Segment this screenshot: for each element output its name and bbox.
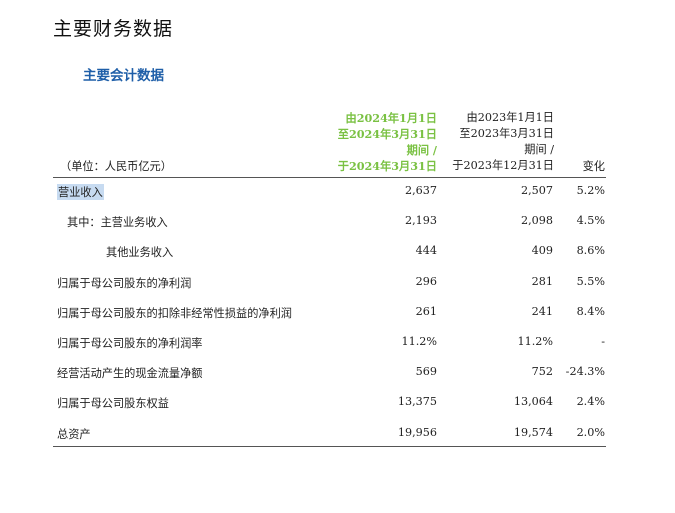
row-label: 其他业务收入	[106, 246, 174, 260]
change-value: 8.6%	[576, 244, 605, 258]
row-label: 归属于母公司股东的净利润	[57, 276, 192, 290]
change-value: 8.4%	[576, 304, 605, 318]
table-row: 归属于母公司股东的净利润 296 281 5.5%	[53, 269, 606, 299]
table-bottom-rule	[53, 446, 606, 447]
table-row: 营业收入 2,637 2,507 5.2%	[53, 178, 606, 208]
current-value: 444	[415, 244, 437, 258]
prior-value: 281	[531, 274, 553, 288]
row-label: 归属于母公司股东的扣除非经常性损益的净利润	[57, 306, 292, 320]
row-label: 其中：主营业务收入	[67, 216, 168, 230]
prior-value: 11.2%	[517, 334, 553, 348]
current-value: 2,637	[404, 184, 437, 197]
prior-value: 2,098	[520, 214, 553, 228]
table-row: 归属于母公司股东的扣除非经常性损益的净利润 261 241 8.4%	[53, 299, 606, 329]
table-row: 归属于母公司股东的净利润率 11.2% 11.2% -	[53, 329, 606, 359]
change-value: -	[601, 334, 605, 348]
prior-period-header: 由2023年1月1日 至2023年3月31日 期间 / 于2023年12月31日	[452, 110, 554, 174]
current-value: 19,956	[397, 425, 437, 439]
change-value: 5.2%	[576, 184, 605, 197]
prior-period-header-line: 至2023年3月31日	[459, 127, 554, 140]
change-value: -24.3%	[565, 365, 605, 379]
current-value: 13,375	[397, 395, 437, 409]
change-value: 2.4%	[576, 395, 605, 409]
current-value: 296	[415, 274, 437, 288]
financial-data-table: 营业收入 2,637 2,507 5.2% 其中：主营业务收入 2,193 2,…	[53, 178, 606, 450]
prior-value: 241	[531, 304, 553, 318]
prior-value: 409	[531, 244, 553, 258]
section-title: 主要会计数据	[83, 68, 164, 84]
table-row: 其中：主营业务收入 2,193 2,098 4.5%	[53, 208, 606, 238]
prior-period-header-line: 期间 /	[524, 143, 554, 156]
row-label: 经营活动产生的现金流量净额	[57, 367, 203, 381]
table-row: 归属于母公司股东权益 13,375 13,064 2.4%	[53, 389, 606, 419]
change-value: 4.5%	[576, 214, 605, 228]
current-period-header: 由2024年1月1日 至2024年3月31日 期间 / 于2024年3月31日	[338, 110, 437, 174]
prior-value: 2,507	[520, 184, 553, 197]
row-label[interactable]: 营业收入	[57, 184, 104, 200]
table-row: 其他业务收入 444 409 8.6%	[53, 238, 606, 268]
change-value: 2.0%	[576, 425, 605, 439]
row-label: 总资产	[57, 427, 91, 441]
row-label: 归属于母公司股东权益	[57, 397, 169, 411]
current-period-header-line: 期间 /	[406, 143, 437, 157]
page-title: 主要财务数据	[53, 18, 174, 40]
unit-label: （单位：人民币亿元）	[60, 160, 172, 173]
current-value: 261	[415, 304, 437, 318]
prior-period-header-line: 由2023年1月1日	[466, 111, 554, 124]
change-value: 5.5%	[576, 274, 605, 288]
current-period-header-line: 于2024年3月31日	[337, 159, 437, 173]
prior-value: 19,574	[513, 425, 553, 439]
current-value: 2,193	[404, 214, 437, 228]
prior-period-header-line: 于2023年12月31日	[452, 159, 554, 172]
row-label: 归属于母公司股东的净利润率	[57, 336, 203, 350]
table-row: 经营活动产生的现金流量净额 569 752 -24.3%	[53, 359, 606, 389]
current-value: 11.2%	[401, 334, 437, 348]
current-value: 569	[415, 365, 437, 379]
current-period-header-line: 由2024年1月1日	[345, 111, 437, 125]
current-period-header-line: 至2024年3月31日	[337, 127, 437, 141]
change-column-header: 变化	[582, 160, 605, 173]
prior-value: 752	[531, 365, 553, 379]
prior-value: 13,064	[513, 395, 553, 409]
